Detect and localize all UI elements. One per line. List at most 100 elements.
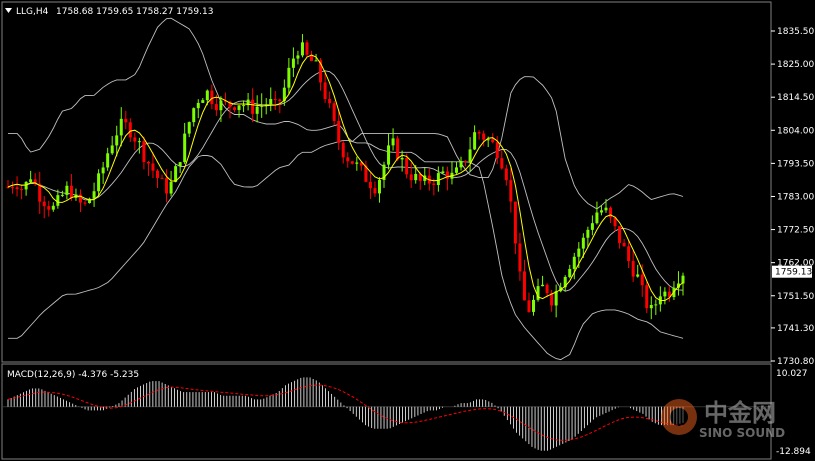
candle-body <box>645 285 649 309</box>
candle-body <box>459 161 463 168</box>
candle-body <box>137 141 141 143</box>
candle-body <box>454 167 458 173</box>
candle-body <box>60 194 64 196</box>
price-tick-label: 1783.00 <box>777 192 814 202</box>
candle-body <box>545 284 549 294</box>
candle-body <box>169 181 173 194</box>
candle-body <box>599 210 603 213</box>
candle-body <box>618 226 622 243</box>
candle-body <box>590 223 594 230</box>
candle-body <box>518 243 522 272</box>
candle-body <box>581 237 585 249</box>
candle-body <box>323 82 327 99</box>
candle-body <box>219 100 223 111</box>
price-tick-label: 1793.50 <box>777 159 814 169</box>
candle-body <box>269 98 273 105</box>
candle-body <box>24 181 28 190</box>
candle-body <box>287 67 291 88</box>
candle-body <box>314 60 318 62</box>
price-tick-label: 1825.00 <box>777 60 814 70</box>
candle-body <box>568 268 572 278</box>
candle-body <box>183 133 187 163</box>
candle-body <box>128 122 132 138</box>
ohlc-values: 1758.68 1759.65 1758.27 1759.13 <box>56 7 213 17</box>
candle-body <box>541 284 545 287</box>
candle-body <box>464 161 468 163</box>
candle-body <box>586 229 590 238</box>
candle-body <box>491 139 495 143</box>
candle-body <box>20 189 24 191</box>
candle-body <box>51 205 55 210</box>
candle-body <box>337 121 341 143</box>
candle-body <box>242 105 246 107</box>
candle-body <box>133 137 137 142</box>
candle-body <box>328 98 332 104</box>
candle-body <box>83 202 87 204</box>
candle-body <box>391 138 395 146</box>
candle-body <box>65 185 69 195</box>
candle-body <box>251 99 255 114</box>
candle-body <box>649 305 653 309</box>
candle-body <box>115 135 119 146</box>
candle-body <box>92 191 96 199</box>
candle-body <box>119 118 123 136</box>
candle-body <box>210 90 214 105</box>
candle-body <box>255 106 259 114</box>
candle-body <box>214 104 218 111</box>
candle-body <box>532 299 536 312</box>
candle-body <box>473 132 477 150</box>
candle-body <box>377 179 381 194</box>
candle-body <box>572 256 576 269</box>
candle-body <box>495 142 499 159</box>
candle-body <box>47 206 51 210</box>
candle-body <box>527 300 531 312</box>
candle-body <box>110 145 114 154</box>
candle-body <box>341 142 345 158</box>
price-tick-label: 1741.30 <box>777 324 814 334</box>
candle-body <box>654 304 658 306</box>
price-tick-label: 1814.50 <box>777 93 814 103</box>
candle-body <box>627 246 631 262</box>
candle-body <box>387 145 391 165</box>
candle-body <box>205 90 209 101</box>
candle-body <box>305 42 309 55</box>
candle-body <box>622 242 626 247</box>
candle-body <box>595 212 599 224</box>
candle-body <box>146 161 150 164</box>
candle-body <box>346 157 350 162</box>
candle-body <box>504 168 508 181</box>
candle-body <box>165 178 169 194</box>
candle-body <box>11 187 15 189</box>
candle-body <box>78 194 82 203</box>
candle-body <box>178 162 182 167</box>
candle-body <box>69 185 73 198</box>
candle-body <box>436 173 440 186</box>
candle-body <box>577 248 581 257</box>
candle-body <box>278 99 282 101</box>
candle-body <box>663 291 667 297</box>
candle-body <box>355 162 359 164</box>
candle-body <box>6 187 10 189</box>
candle-body <box>409 174 413 181</box>
current-price-label: 1759.13 <box>775 268 812 278</box>
candle-body <box>42 201 46 207</box>
candle-body <box>142 141 146 162</box>
candle-body <box>441 171 445 174</box>
macd-top-scale-label: 10.027 <box>776 369 808 379</box>
candle-body <box>155 170 159 178</box>
candle-body <box>477 132 481 134</box>
candle-body <box>97 173 101 192</box>
candle-body <box>482 133 486 140</box>
candle-body <box>196 102 200 109</box>
candle-body <box>332 103 336 122</box>
candle-body <box>509 180 513 202</box>
candle-body <box>681 275 685 284</box>
candle-body <box>192 108 196 123</box>
candle-body <box>468 149 472 162</box>
candle-body <box>500 158 504 169</box>
candle-body <box>396 138 400 160</box>
candle-body <box>513 201 517 244</box>
candle-body <box>373 188 377 194</box>
candle-body <box>631 261 635 277</box>
candle-body <box>640 274 644 286</box>
